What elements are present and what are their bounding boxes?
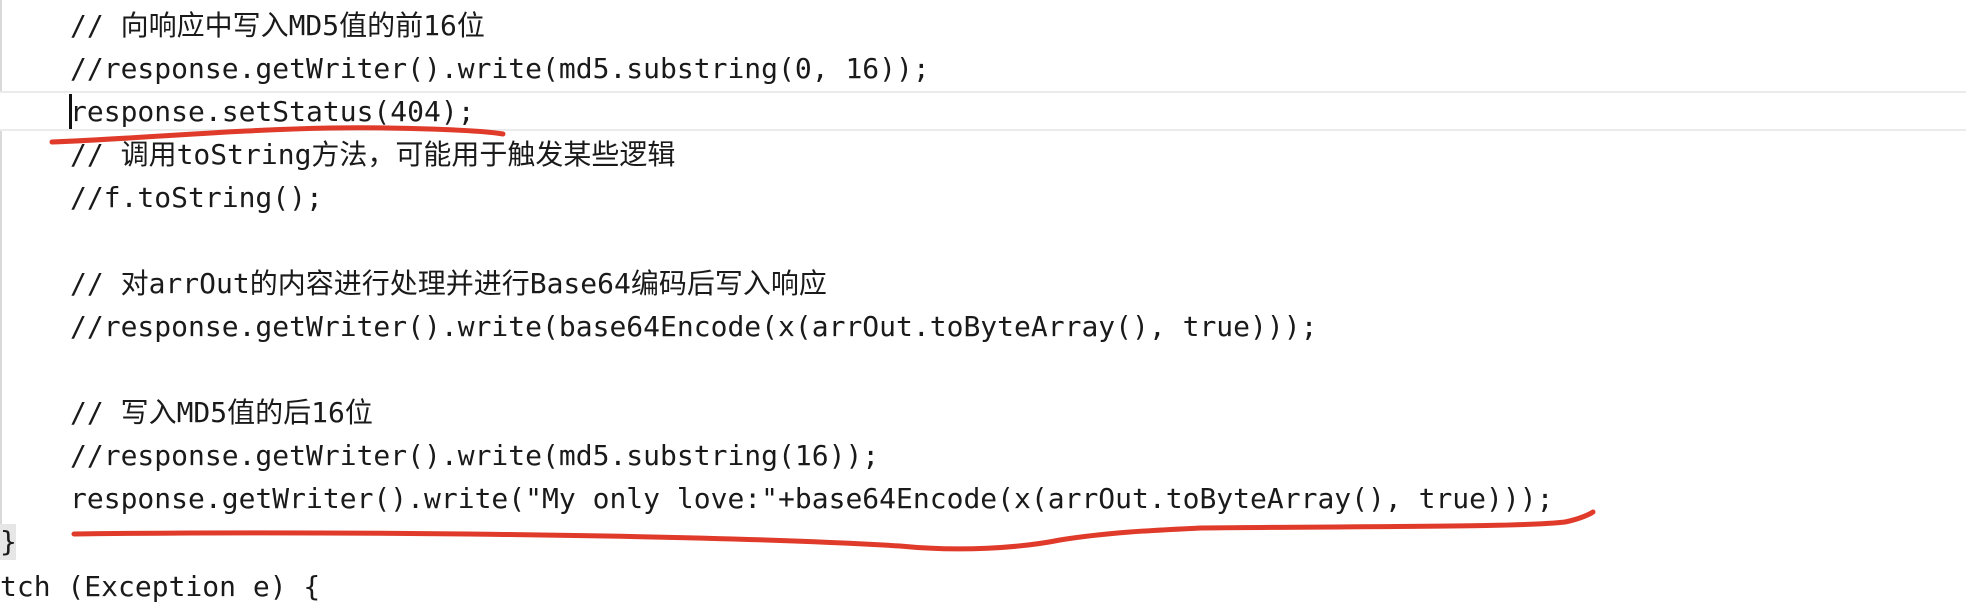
code-line-11[interactable]: //response.getWriter().write(md5.substri…: [70, 434, 879, 477]
code-line-1[interactable]: // 向响应中写入MD5值的前16位: [70, 4, 485, 47]
code-editor[interactable]: // 向响应中写入MD5值的前16位 //response.getWriter(…: [0, 0, 1966, 604]
code-line-10[interactable]: // 写入MD5值的后16位: [70, 391, 373, 434]
code-line-8[interactable]: //response.getWriter().write(base64Encod…: [70, 305, 1317, 348]
code-line-2[interactable]: //response.getWriter().write(md5.substri…: [70, 47, 930, 90]
code-line-3[interactable]: response.setStatus(404);: [70, 90, 475, 133]
gutter-border: [0, 0, 2, 540]
code-line-5[interactable]: //f.toString();: [70, 176, 323, 219]
code-line-4[interactable]: // 调用toString方法，可能用于触发某些逻辑: [70, 133, 675, 176]
catch-line[interactable]: tch (Exception e) {: [0, 565, 320, 608]
code-line-7[interactable]: // 对arrOut的内容进行处理并进行Base64编码后写入响应: [70, 262, 827, 305]
text-caret: [69, 94, 72, 129]
closing-brace[interactable]: }: [0, 524, 17, 560]
code-line-12[interactable]: response.getWriter().write("My only love…: [70, 477, 1553, 520]
